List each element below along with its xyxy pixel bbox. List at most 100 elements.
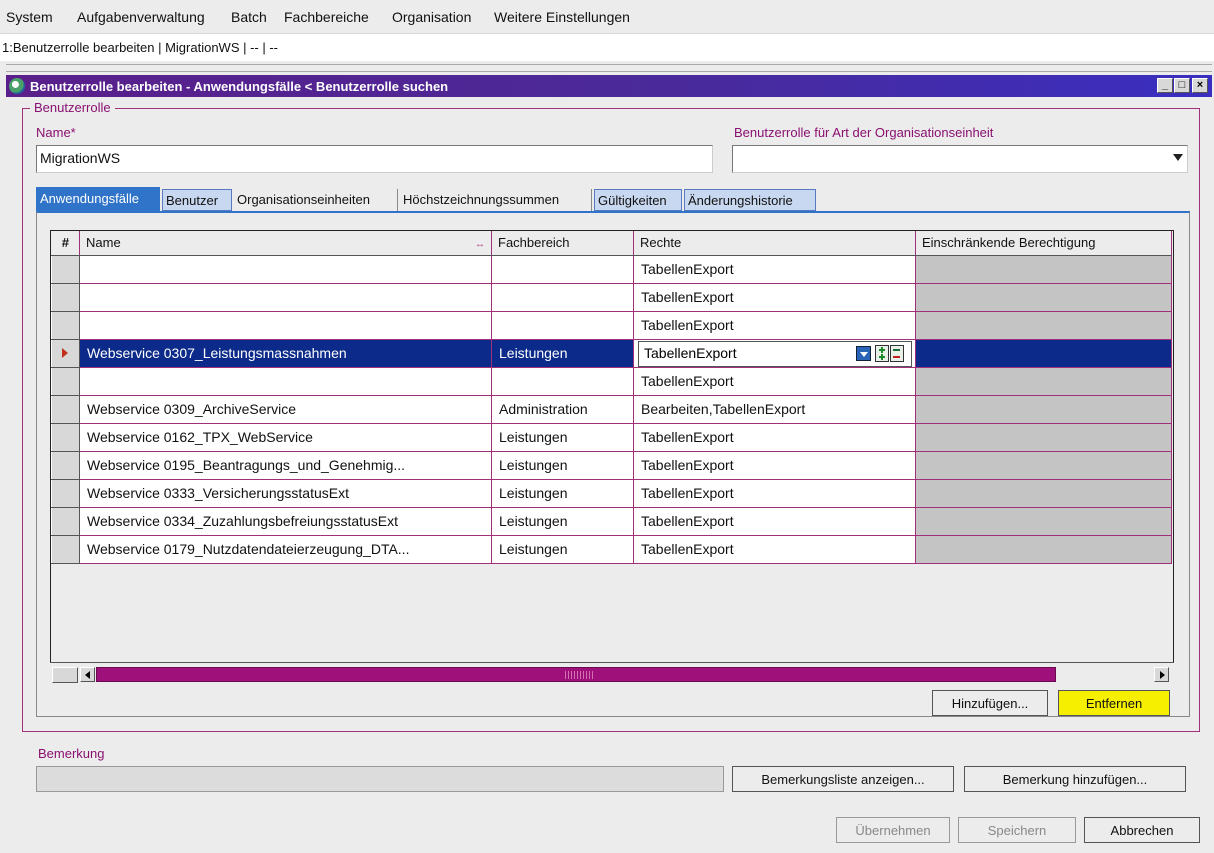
scrollbar-thumb[interactable] [96,667,1056,682]
tab-hoechstzeichnungssummen[interactable]: Höchstzeichnungssummen [400,189,592,211]
cell-rechte[interactable]: TabellenExport [633,255,916,284]
cell-fachbereich[interactable] [491,283,634,312]
menu-aufgabenverwaltung[interactable]: Aufgabenverwaltung [77,9,205,25]
row-header[interactable] [51,366,80,396]
cell-rechte[interactable]: TabellenExport [633,367,916,396]
cell-fachbereich[interactable]: Leistungen [491,423,634,452]
row-header[interactable] [51,534,80,564]
cell-name[interactable] [79,283,492,312]
cell-name[interactable]: Webservice 0333_VersicherungsstatusExt [79,479,492,508]
column-header-einschraenkung[interactable]: Einschränkende Berechtigung [915,231,1172,256]
show-remarks-button[interactable]: Bemerkungsliste anzeigen... [732,766,954,792]
sort-icon[interactable]: ↔ [475,239,485,250]
multiselect-edit-icon[interactable] [875,344,905,362]
cell-rechte[interactable]: TabellenExport [633,479,916,508]
cell-rechte[interactable]: TabellenExport [633,423,916,452]
menu-fachbereiche[interactable]: Fachbereiche [284,9,369,25]
tab-anwendungsfaelle[interactable]: Anwendungsfälle [36,187,160,212]
row-header[interactable] [51,310,80,340]
menu-batch[interactable]: Batch [231,9,267,25]
menu-system[interactable]: System [6,9,53,25]
cancel-button[interactable]: Abbrechen [1084,817,1200,843]
apply-button[interactable]: Übernehmen [836,817,950,843]
scroll-left-button[interactable] [80,667,95,682]
cell-fachbereich[interactable]: Leistungen [491,507,634,536]
column-header-fachbereich[interactable]: Fachbereich [491,231,634,256]
table-row[interactable]: Webservice 0162_TPX_WebService Leistunge… [51,422,1172,452]
cell-einschraenkung[interactable] [915,395,1172,424]
cell-fachbereich[interactable]: Leistungen [491,535,634,564]
cell-name[interactable] [79,367,492,396]
cell-name[interactable]: Webservice 0309_ArchiveService [79,395,492,424]
cell-fachbereich[interactable] [491,367,634,396]
row-header[interactable] [51,282,80,312]
cell-einschraenkung[interactable] [915,479,1172,508]
table-row[interactable]: TabellenExport [51,366,1172,396]
cell-rechte[interactable]: TabellenExport [633,311,916,340]
row-header[interactable] [51,394,80,424]
cell-rechte[interactable]: Bearbeiten,TabellenExport [633,395,916,424]
column-header-rechte[interactable]: Rechte [633,231,916,256]
cell-rechte-editor[interactable]: TabellenExport [633,339,916,368]
row-header[interactable] [51,478,80,508]
row-header[interactable] [51,254,80,284]
cell-rechte[interactable]: TabellenExport [633,535,916,564]
rechte-combo[interactable]: TabellenExport [638,340,912,366]
cell-einschraenkung[interactable] [915,535,1172,564]
tab-benutzer[interactable]: Benutzer [162,189,232,211]
maximize-button[interactable]: □ [1174,78,1190,93]
table-row[interactable]: TabellenExport [51,310,1172,340]
add-remark-button[interactable]: Bemerkung hinzufügen... [964,766,1186,792]
cell-einschraenkung[interactable] [915,451,1172,480]
scroll-right-button[interactable] [1154,667,1169,682]
cell-name[interactable] [79,311,492,340]
column-header-name[interactable]: Name ↔ [79,231,492,256]
cell-fachbereich[interactable]: Administration [491,395,634,424]
cell-name[interactable]: Webservice 0307_Leistungsmassnahmen [79,339,492,368]
cell-einschraenkung[interactable] [915,367,1172,396]
save-button[interactable]: Speichern [958,817,1076,843]
remove-button[interactable]: Entfernen [1058,690,1170,716]
cell-fachbereich[interactable]: Leistungen [491,479,634,508]
cell-einschraenkung[interactable] [915,423,1172,452]
menu-weitere-einstellungen[interactable]: Weitere Einstellungen [494,9,630,25]
cell-rechte[interactable]: TabellenExport [633,451,916,480]
cell-einschraenkung[interactable] [915,283,1172,312]
cell-fachbereich[interactable] [491,311,634,340]
table-row[interactable]: Webservice 0195_Beantragungs_und_Genehmi… [51,450,1172,480]
dropdown-arrow-icon[interactable] [856,345,871,361]
row-header[interactable] [51,506,80,536]
cell-einschraenkung[interactable] [915,507,1172,536]
table-row[interactable]: Webservice 0334_Zuzahlungsbefreiungsstat… [51,506,1172,536]
cell-fachbereich[interactable]: Leistungen [491,339,634,368]
cell-name[interactable] [79,255,492,284]
chevron-down-icon[interactable] [1173,154,1183,161]
cell-einschraenkung[interactable] [915,311,1172,340]
table-row[interactable]: Webservice 0309_ArchiveService Administr… [51,394,1172,424]
cell-einschraenkung[interactable] [915,339,1172,368]
table-row[interactable]: Webservice 0333_VersicherungsstatusExt L… [51,478,1172,508]
row-header[interactable] [51,450,80,480]
row-header[interactable] [51,422,80,452]
minimize-button[interactable]: _ [1157,78,1173,93]
cell-name[interactable]: Webservice 0195_Beantragungs_und_Genehmi… [79,451,492,480]
add-button[interactable]: Hinzufügen... [932,690,1048,716]
horizontal-scrollbar[interactable] [50,662,1174,686]
close-button[interactable]: × [1192,78,1208,93]
cell-einschraenkung[interactable] [915,255,1172,284]
table-row[interactable]: Webservice 0179_Nutzdatendateierzeugung_… [51,534,1172,564]
table-row[interactable]: TabellenExport [51,254,1172,284]
row-header[interactable] [51,338,80,368]
cell-name[interactable]: Webservice 0162_TPX_WebService [79,423,492,452]
cell-fachbereich[interactable] [491,255,634,284]
cell-rechte[interactable]: TabellenExport [633,283,916,312]
tab-aenderungshistorie[interactable]: Änderungshistorie [684,189,816,211]
cell-name[interactable]: Webservice 0334_Zuzahlungsbefreiungsstat… [79,507,492,536]
cell-fachbereich[interactable]: Leistungen [491,451,634,480]
tab-gueltigkeiten[interactable]: Gültigkeiten [594,189,682,211]
name-input[interactable]: MigrationWS [36,145,713,173]
menu-organisation[interactable]: Organisation [392,9,471,25]
table-row-selected[interactable]: Webservice 0307_Leistungsmassnahmen Leis… [51,338,1172,368]
tab-organisationseinheiten[interactable]: Organisationseinheiten [234,189,398,211]
column-header-hash[interactable]: # [51,231,80,256]
